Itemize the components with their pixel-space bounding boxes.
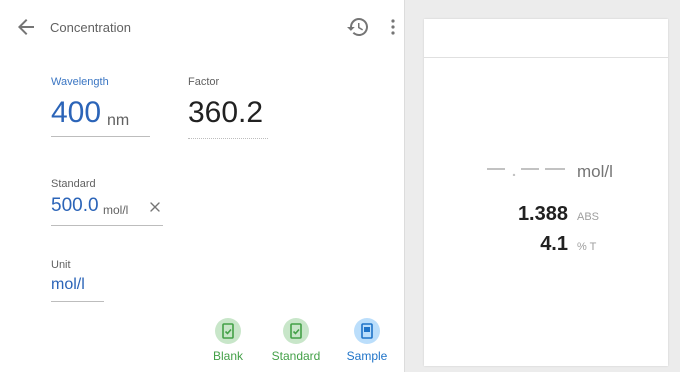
- page-title: Concentration: [50, 20, 131, 35]
- unit-underline: [51, 301, 104, 302]
- factor-label: Factor: [188, 76, 220, 88]
- more-vert-icon[interactable]: [381, 15, 405, 39]
- standard-underline: [51, 225, 163, 226]
- transmittance-unit: % T: [577, 241, 597, 253]
- wavelength-value[interactable]: 400: [51, 96, 101, 130]
- wavelength-unit: nm: [107, 112, 130, 129]
- standard-label: Standard: [51, 178, 96, 190]
- wavelength-underline: [51, 136, 150, 137]
- close-icon[interactable]: [147, 199, 163, 215]
- arrow-back-icon[interactable]: [14, 15, 38, 39]
- cuvette-icon: [354, 318, 380, 344]
- blank-label: Blank: [212, 349, 244, 363]
- standard-unit: mol/l: [103, 203, 129, 217]
- concentration-unit: mol/l: [577, 162, 613, 181]
- wavelength-label: Wavelength: [51, 76, 109, 88]
- card-divider: [424, 57, 668, 58]
- cuvette-check-icon: [215, 318, 241, 344]
- concentration-placeholder: [487, 168, 565, 176]
- sample-label: Sample: [346, 349, 388, 363]
- factor-value: 360.2: [188, 96, 264, 129]
- standard-button[interactable]: Standard: [266, 318, 326, 366]
- transmittance-value: 4.1: [540, 233, 568, 255]
- unit-dropdown[interactable]: mol/l: [51, 276, 85, 294]
- standard-value[interactable]: 500.0: [51, 195, 99, 217]
- absorbance-value: 1.388: [517, 203, 568, 225]
- results-card: mol/l 1.388 ABS 4.1 % T: [424, 19, 668, 366]
- blank-button[interactable]: Blank: [198, 318, 258, 366]
- standard-button-label: Standard: [271, 349, 321, 363]
- settings-panel: Concentration Wavelength 400 nm Factor 3…: [0, 0, 405, 372]
- factor-underline: [188, 138, 268, 139]
- absorbance-unit: ABS: [577, 211, 600, 223]
- sample-button[interactable]: Sample: [337, 318, 397, 366]
- cuvette-check-icon: [283, 318, 309, 344]
- history-icon[interactable]: [346, 15, 370, 39]
- app-bar: Concentration: [0, 0, 405, 52]
- unit-label: Unit: [51, 259, 71, 271]
